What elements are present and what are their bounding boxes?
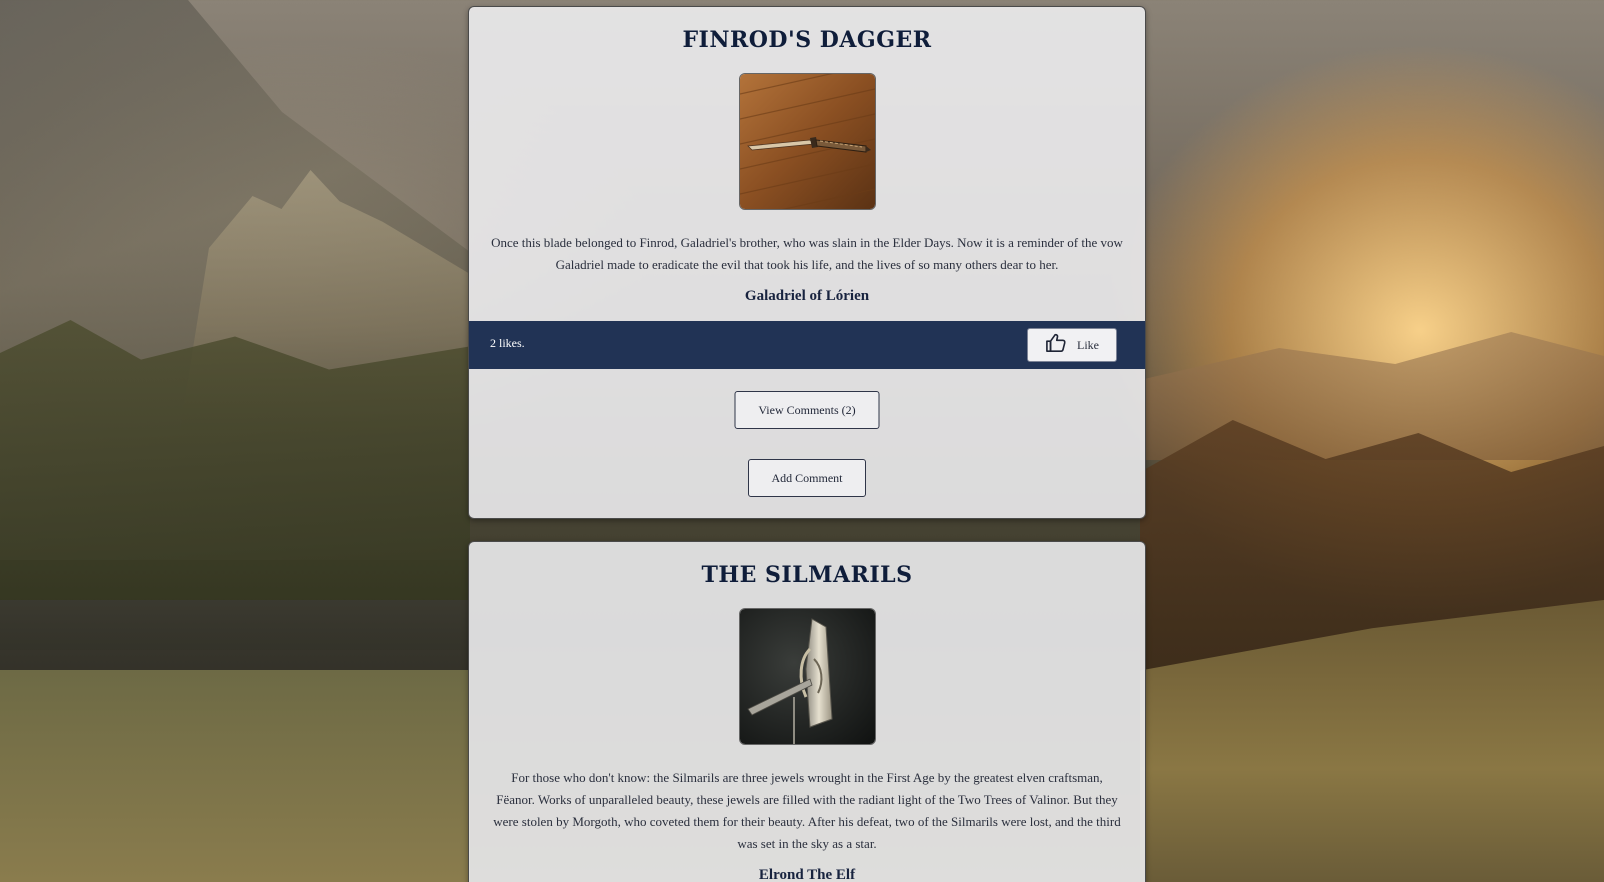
post-description: Once this blade belonged to Finrod, Gala… (491, 235, 1123, 272)
post-title: FINROD'S DAGGER (682, 27, 932, 53)
like-button-label: Like (1077, 337, 1099, 352)
post-description: For those who don't know: the Silmarils … (493, 770, 1121, 851)
add-comment-button[interactable]: Add Comment (748, 459, 866, 497)
background-meadow-right (1140, 600, 1604, 882)
background-meadow-left (0, 670, 470, 882)
background-hills (1140, 332, 1604, 460)
background-elven-city (180, 170, 470, 430)
background-mountain (0, 0, 470, 560)
like-bar: 2 likes. Like (469, 321, 1145, 369)
likes-count: 2 likes. (490, 336, 525, 350)
thumbs-up-icon (1045, 333, 1067, 357)
post-title: THE SILMARILS (701, 562, 913, 588)
post-image-silmarils (738, 608, 876, 745)
like-button[interactable]: Like (1027, 328, 1117, 362)
background-trees (1140, 420, 1604, 680)
post-author: Galadriel of Lórien (744, 288, 870, 304)
post-image-dagger (738, 73, 876, 210)
post-card-finrods-dagger: FINROD'S DAGGER Once this blade belonged… (468, 6, 1146, 519)
post-author: Elrond The Elf (758, 867, 856, 882)
background-forest (0, 320, 470, 650)
post-card-the-silmarils: THE SILMARILS For those who don't know: … (468, 541, 1146, 882)
view-comments-button[interactable]: View Comments (2) (734, 391, 880, 429)
background-lake (0, 600, 470, 690)
